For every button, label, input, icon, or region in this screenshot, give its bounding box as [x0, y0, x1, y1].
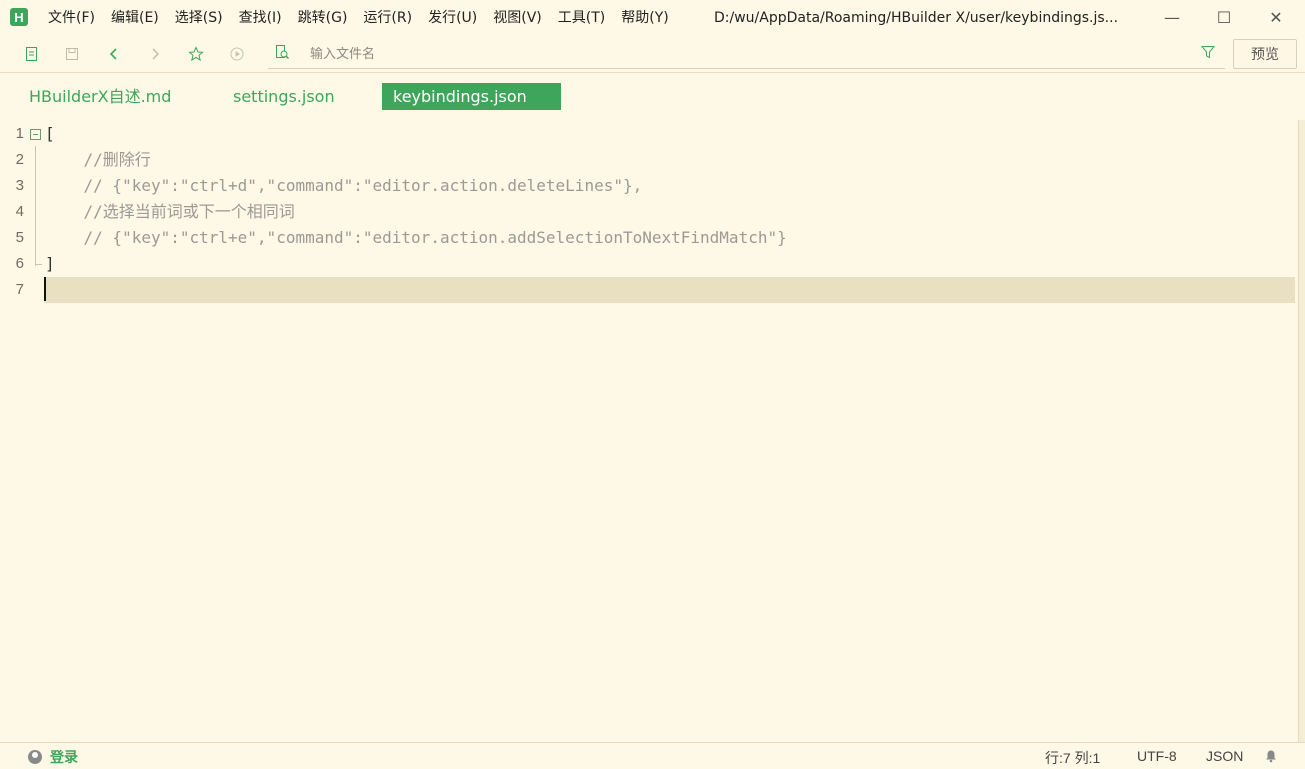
- file-name-input[interactable]: [308, 41, 1172, 67]
- menu-bar: 文件(F) 编辑(E) 选择(S) 查找(I) 跳转(G) 运行(R) 发行(U…: [40, 0, 677, 36]
- code-line: 1 [: [0, 121, 1298, 147]
- menu-goto[interactable]: 跳转(G): [290, 0, 356, 36]
- text-cursor: [44, 277, 46, 301]
- code-line: 3 // {"key":"ctrl+d","command":"editor.a…: [0, 173, 1298, 199]
- forward-icon[interactable]: [145, 44, 165, 64]
- filter-icon[interactable]: [1198, 42, 1218, 62]
- menu-edit[interactable]: 编辑(E): [103, 0, 167, 36]
- login-label: 登录: [50, 749, 78, 765]
- preview-button[interactable]: 预览: [1233, 39, 1297, 69]
- save-icon[interactable]: [62, 44, 82, 64]
- user-icon: [28, 750, 42, 764]
- file-search-bar: [268, 38, 1225, 69]
- line-number: 3: [15, 177, 24, 194]
- line-number: 5: [15, 229, 24, 246]
- code-line: 2 //删除行: [0, 147, 1298, 173]
- code-line: 7: [0, 277, 1298, 303]
- maximize-button[interactable]: ☐: [1200, 0, 1248, 34]
- code-text: [: [45, 124, 55, 143]
- run-icon[interactable]: [227, 44, 247, 64]
- bell-icon[interactable]: [1264, 749, 1278, 763]
- code-comment: // {"key":"ctrl+d","command":"editor.act…: [45, 176, 643, 195]
- title-bar: H 文件(F) 编辑(E) 选择(S) 查找(I) 跳转(G) 运行(R) 发行…: [0, 0, 1305, 36]
- code-editor[interactable]: 1 [ 2 //删除行 3 // {"key":"ctrl+d","comman…: [0, 120, 1298, 742]
- menu-view[interactable]: 视图(V): [485, 0, 550, 36]
- close-button[interactable]: ✕: [1252, 0, 1300, 34]
- tab-bar: HBuilderX自述.md settings.json keybindings…: [0, 72, 1305, 117]
- language-mode[interactable]: JSON: [1206, 748, 1243, 764]
- code-line: 4 //选择当前词或下一个相同词: [0, 199, 1298, 225]
- line-number: 2: [15, 151, 24, 168]
- menu-select[interactable]: 选择(S): [167, 0, 231, 36]
- menu-find[interactable]: 查找(I): [231, 0, 290, 36]
- code-text: ]: [45, 254, 55, 273]
- menu-publish[interactable]: 发行(U): [420, 0, 485, 36]
- status-bar: 登录 行:7 列:1 UTF-8 JSON: [0, 742, 1305, 769]
- star-icon[interactable]: [186, 44, 206, 64]
- line-number: 4: [15, 203, 24, 220]
- cursor-position[interactable]: 行:7 列:1: [1045, 748, 1100, 768]
- fold-guide-line: [35, 146, 36, 266]
- encoding-indicator[interactable]: UTF-8: [1137, 748, 1177, 764]
- code-comment: // {"key":"ctrl+e","command":"editor.act…: [45, 228, 787, 247]
- window-title: D:/wu/AppData/Roaming/HBuilder X/user/ke…: [714, 10, 1119, 26]
- vertical-scrollbar[interactable]: [1298, 120, 1305, 742]
- minimize-button[interactable]: —: [1148, 0, 1196, 34]
- fold-collapse-icon[interactable]: [30, 129, 41, 140]
- menu-tools[interactable]: 工具(T): [550, 0, 613, 36]
- code-line: 5 // {"key":"ctrl+e","command":"editor.a…: [0, 225, 1298, 251]
- file-search-icon: [272, 42, 292, 62]
- line-number: 6: [15, 255, 24, 272]
- menu-file[interactable]: 文件(F): [40, 0, 103, 36]
- tab-settings-json[interactable]: settings.json: [222, 83, 346, 110]
- hbuilderx-logo-icon: H: [10, 8, 28, 26]
- code-comment: //删除行: [45, 150, 151, 169]
- code-comment: //选择当前词或下一个相同词: [45, 202, 295, 221]
- tab-keybindings-json[interactable]: keybindings.json: [382, 83, 561, 110]
- menu-run[interactable]: 运行(R): [355, 0, 420, 36]
- line-number: 1: [15, 125, 24, 142]
- back-icon[interactable]: [104, 44, 124, 64]
- new-file-icon[interactable]: [22, 44, 42, 64]
- menu-help[interactable]: 帮助(Y): [613, 0, 676, 36]
- fold-guide-end: [35, 264, 42, 265]
- tab-hbuilderx-readme[interactable]: HBuilderX自述.md: [18, 83, 182, 110]
- line-number: 7: [15, 281, 24, 298]
- code-line: 6 ]: [0, 251, 1298, 277]
- login-button[interactable]: 登录: [28, 747, 78, 767]
